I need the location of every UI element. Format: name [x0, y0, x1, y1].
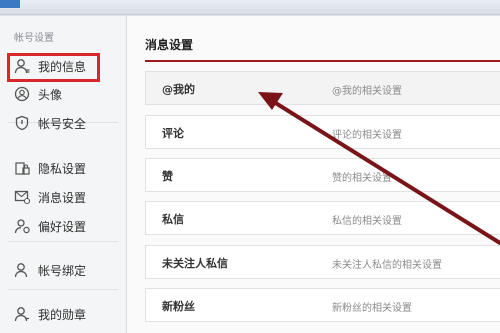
sidebar-item-label: 帐号绑定: [38, 263, 87, 278]
sidebar-item-label: 消息设置: [38, 190, 87, 205]
lock-icon: [14, 160, 30, 176]
setting-row-label: 新粉丝: [162, 300, 195, 313]
medal-icon: [14, 306, 30, 322]
browser-accent: [0, 0, 20, 8]
setting-row-at-me[interactable]: @我的 @我的相关设置: [145, 71, 500, 105]
sidebar-item-label: 我的勋章: [38, 307, 87, 322]
shield-icon: [14, 115, 30, 131]
sidebar-divider: [8, 289, 118, 290]
setting-row-label: 赞: [162, 170, 173, 183]
setting-row-label: @我的: [162, 83, 195, 96]
setting-row-label: 评论: [162, 127, 184, 140]
sidebar-item-label: 偏好设置: [38, 219, 87, 234]
setting-row-label: 未关注人私信: [162, 257, 228, 270]
sidebar-item-avatar[interactable]: 头像: [14, 83, 62, 105]
setting-row-private-messages[interactable]: 私信 私信的相关设置: [145, 201, 500, 235]
message-settings-panel: 消息设置 @我的 @我的相关设置 评论 评论的相关设置 赞 赞的相关设置 私信 …: [127, 16, 500, 333]
sidebar-item-preferences[interactable]: 偏好设置: [14, 215, 86, 237]
setting-row-comments[interactable]: 评论 评论的相关设置: [145, 115, 500, 149]
sidebar-item-account-binding[interactable]: 帐号绑定: [14, 259, 86, 281]
preference-icon: [14, 218, 30, 234]
setting-row-label: 私信: [162, 213, 184, 226]
sidebar-item-label: 帐号安全: [38, 116, 87, 131]
setting-row-desc: 新粉丝的相关设置: [332, 303, 412, 314]
setting-row-new-followers[interactable]: 新粉丝 新粉丝的相关设置: [145, 288, 500, 322]
sidebar-item-account-security[interactable]: 帐号安全: [14, 112, 86, 134]
sidebar-item-medals[interactable]: 我的勋章: [14, 303, 86, 325]
setting-row-desc: 评论的相关设置: [332, 130, 402, 141]
page-title: 消息设置: [145, 38, 194, 52]
title-rule: [145, 60, 500, 62]
setting-row-desc: 赞的相关设置: [332, 173, 392, 184]
sidebar-item-label: 隐私设置: [38, 161, 87, 176]
setting-row-stranger-messages[interactable]: 未关注人私信 未关注人私信的相关设置: [145, 245, 500, 279]
sidebar-divider: [8, 241, 118, 242]
avatar-icon: [14, 86, 30, 102]
browser-top-bar: [0, 0, 500, 15]
highlight-box: [7, 53, 100, 82]
sidebar-item-label: 头像: [38, 87, 63, 102]
setting-row-desc: @我的相关设置: [332, 86, 402, 97]
setting-row-likes[interactable]: 赞 赞的相关设置: [145, 158, 500, 192]
sidebar-section-title: 帐号设置: [14, 33, 54, 44]
setting-row-desc: 未关注人私信的相关设置: [332, 260, 442, 271]
sidebar-item-message-settings[interactable]: 消息设置: [14, 186, 86, 208]
sidebar-item-privacy[interactable]: 隐私设置: [14, 157, 86, 179]
message-icon: [14, 189, 30, 205]
bind-user-icon: [14, 262, 30, 278]
setting-row-desc: 私信的相关设置: [332, 216, 402, 227]
